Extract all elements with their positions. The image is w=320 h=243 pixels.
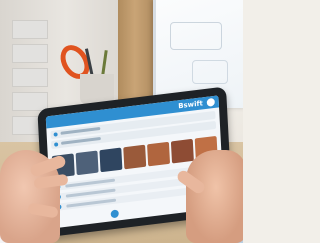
right-hand [186,150,243,243]
thumbnail[interactable] [75,150,99,176]
whiteboard-sketch [170,22,222,50]
pen-cup [80,74,114,104]
shelf-drawer [12,68,48,87]
shelf-drawer [12,44,48,63]
thumbnail[interactable] [170,138,194,164]
user-avatar[interactable] [206,97,215,107]
thumbnail[interactable] [99,147,123,173]
item-text [65,188,116,198]
action-button[interactable] [110,209,119,219]
shelf-drawer [12,92,48,111]
bullet-icon [53,132,58,137]
row-label [61,136,101,145]
item-text [65,178,116,188]
whiteboard-sketch [192,60,228,84]
bullet-icon [54,142,59,147]
thumbnail[interactable] [123,144,147,170]
photo-scene: Bswift [0,0,243,243]
shelf-drawer [12,20,48,39]
thumbnail[interactable] [147,141,171,167]
brand-logo-text: Bswift [178,99,204,111]
item-text [66,198,117,208]
row-label [60,126,101,135]
